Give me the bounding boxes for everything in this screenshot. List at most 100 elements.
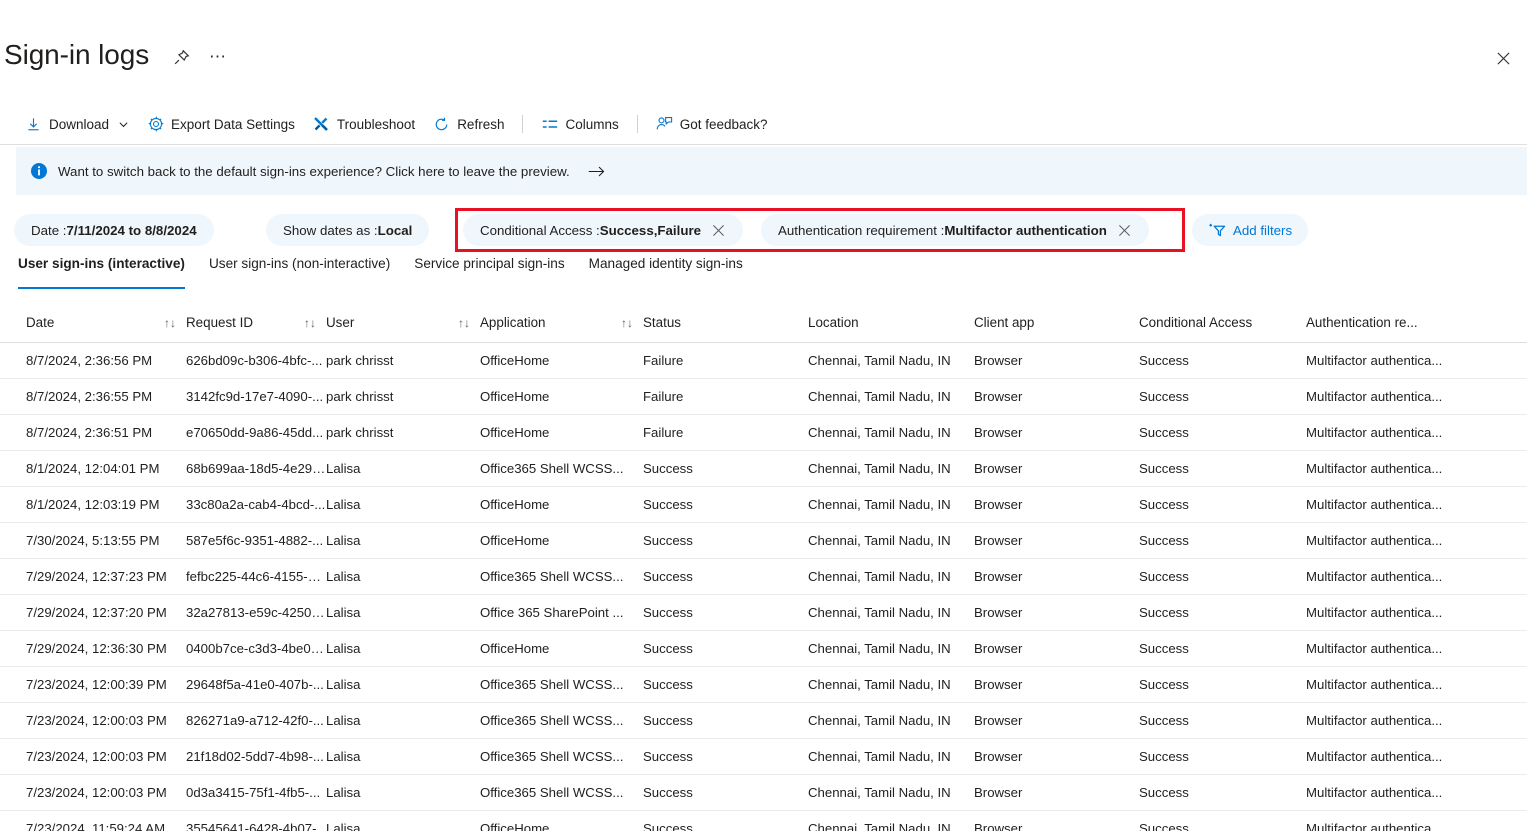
- table-row[interactable]: 7/29/2024, 12:37:23 PMfefbc225-44c6-4155…: [0, 558, 1527, 594]
- gear-icon: [147, 116, 164, 133]
- cell-user: park chrisst: [326, 414, 480, 450]
- arrow-right-icon[interactable]: [588, 165, 605, 178]
- column-header-application-label: Application: [480, 315, 546, 330]
- cell-status: Success: [643, 486, 808, 522]
- tab-service-principal-signins-label: Service principal sign-ins: [414, 256, 564, 271]
- filter-pill-date-value: 7/11/2024 to 8/8/2024: [66, 223, 196, 238]
- cell-location: Chennai, Tamil Nadu, IN: [808, 558, 974, 594]
- column-header-client-app[interactable]: Client app: [974, 304, 1139, 342]
- cell-request-id: 32a27813-e59c-4250-...: [186, 594, 326, 630]
- close-icon[interactable]: [1487, 42, 1519, 74]
- cell-client-app: Browser: [974, 738, 1139, 774]
- signin-logs-table-container[interactable]: Date ↑↓ Request ID ↑↓ User ↑↓: [0, 304, 1527, 831]
- cell-conditional-access: Success: [1139, 630, 1306, 666]
- sort-updown-icon[interactable]: ↑↓: [164, 316, 176, 330]
- table-row[interactable]: 8/7/2024, 2:36:51 PMe70650dd-9a86-45dd..…: [0, 414, 1527, 450]
- columns-label: Columns: [565, 117, 618, 132]
- columns-button[interactable]: Columns: [532, 108, 627, 140]
- remove-authentication-requirement-filter-icon[interactable]: [1117, 223, 1132, 238]
- cell-user: Lalisa: [326, 810, 480, 831]
- cell-application: OfficeHome: [480, 486, 643, 522]
- column-header-client-app-label: Client app: [974, 315, 1034, 330]
- cell-authentication-requirement: Multifactor authentica...: [1306, 774, 1527, 810]
- tab-service-principal-signins[interactable]: Service principal sign-ins: [402, 256, 576, 289]
- column-header-date-label: Date: [26, 315, 54, 330]
- remove-conditional-access-filter-icon[interactable]: [711, 223, 726, 238]
- got-feedback-button[interactable]: Got feedback?: [647, 108, 777, 140]
- table-row[interactable]: 7/23/2024, 12:00:03 PM21f18d02-5dd7-4b98…: [0, 738, 1527, 774]
- cell-client-app: Browser: [974, 378, 1139, 414]
- download-button[interactable]: Download: [16, 108, 138, 140]
- filter-pill-conditional-access-value: Success,Failure: [600, 223, 701, 238]
- table-header-row: Date ↑↓ Request ID ↑↓ User ↑↓: [0, 304, 1527, 342]
- tab-user-signins-interactive[interactable]: User sign-ins (interactive): [16, 256, 197, 289]
- feedback-icon: [656, 116, 673, 133]
- table-row[interactable]: 7/23/2024, 12:00:03 PM826271a9-a712-42f0…: [0, 702, 1527, 738]
- cell-application: OfficeHome: [480, 522, 643, 558]
- filter-pill-conditional-access[interactable]: Conditional Access : Success,Failure: [463, 214, 743, 246]
- preview-banner[interactable]: Want to switch back to the default sign-…: [16, 147, 1527, 195]
- cell-user: park chrisst: [326, 378, 480, 414]
- troubleshoot-button[interactable]: Troubleshoot: [304, 108, 424, 140]
- refresh-icon: [433, 116, 450, 133]
- column-header-date[interactable]: Date ↑↓: [0, 304, 186, 342]
- column-header-user-label: User: [326, 315, 354, 330]
- column-header-request-id[interactable]: Request ID ↑↓: [186, 304, 326, 342]
- filter-pill-authentication-requirement[interactable]: Authentication requirement : Multifactor…: [761, 214, 1149, 246]
- cell-user: park chrisst: [326, 342, 480, 378]
- cell-application: Office365 Shell WCSS...: [480, 666, 643, 702]
- cell-date: 7/23/2024, 12:00:39 PM: [0, 666, 186, 702]
- cell-status: Failure: [643, 342, 808, 378]
- cell-location: Chennai, Tamil Nadu, IN: [808, 486, 974, 522]
- add-filters-button[interactable]: Add filters: [1192, 214, 1308, 246]
- toolbar-divider-2: [637, 115, 638, 133]
- table-row[interactable]: 8/1/2024, 12:03:19 PM33c80a2a-cab4-4bcd-…: [0, 486, 1527, 522]
- pin-icon[interactable]: [168, 44, 194, 70]
- table-row[interactable]: 7/30/2024, 5:13:55 PM587e5f6c-9351-4882-…: [0, 522, 1527, 558]
- column-header-authentication-requirement[interactable]: Authentication re...: [1306, 304, 1527, 342]
- column-header-user[interactable]: User ↑↓: [326, 304, 480, 342]
- cell-request-id: 826271a9-a712-42f0-...: [186, 702, 326, 738]
- ellipsis-icon[interactable]: ⋯: [206, 44, 230, 70]
- column-header-location[interactable]: Location: [808, 304, 974, 342]
- table-row[interactable]: 7/29/2024, 12:37:20 PM32a27813-e59c-4250…: [0, 594, 1527, 630]
- cell-status: Success: [643, 450, 808, 486]
- table-row[interactable]: 8/7/2024, 2:36:56 PM626bd09c-b306-4bfc-.…: [0, 342, 1527, 378]
- refresh-button[interactable]: Refresh: [424, 108, 513, 140]
- cell-status: Success: [643, 738, 808, 774]
- cell-status: Failure: [643, 414, 808, 450]
- tab-user-signins-non-interactive[interactable]: User sign-ins (non-interactive): [197, 256, 402, 289]
- cell-location: Chennai, Tamil Nadu, IN: [808, 738, 974, 774]
- cell-user: Lalisa: [326, 630, 480, 666]
- sort-updown-icon[interactable]: ↑↓: [304, 316, 316, 330]
- cell-authentication-requirement: Multifactor authentica...: [1306, 378, 1527, 414]
- column-header-application[interactable]: Application ↑↓: [480, 304, 643, 342]
- command-bar: Download Export Data Settings: [0, 104, 1527, 144]
- cell-client-app: Browser: [974, 414, 1139, 450]
- column-header-authentication-requirement-label: Authentication re...: [1306, 315, 1418, 330]
- column-header-status[interactable]: Status: [643, 304, 808, 342]
- cell-conditional-access: Success: [1139, 378, 1306, 414]
- table-row[interactable]: 8/7/2024, 2:36:55 PM3142fc9d-17e7-4090-.…: [0, 378, 1527, 414]
- sort-updown-icon[interactable]: ↑↓: [621, 316, 633, 330]
- cell-status: Success: [643, 522, 808, 558]
- table-row[interactable]: 7/23/2024, 11:59:24 AM35545641-6428-4b07…: [0, 810, 1527, 831]
- cell-location: Chennai, Tamil Nadu, IN: [808, 774, 974, 810]
- column-header-conditional-access[interactable]: Conditional Access: [1139, 304, 1306, 342]
- cell-authentication-requirement: Multifactor authentica...: [1306, 342, 1527, 378]
- cell-conditional-access: Success: [1139, 594, 1306, 630]
- table-row[interactable]: 7/29/2024, 12:36:30 PM0400b7ce-c3d3-4be0…: [0, 630, 1527, 666]
- tab-managed-identity-signins[interactable]: Managed identity sign-ins: [577, 256, 755, 289]
- cell-application: OfficeHome: [480, 810, 643, 831]
- table-row[interactable]: 7/23/2024, 12:00:03 PM0d3a3415-75f1-4fb5…: [0, 774, 1527, 810]
- filter-pill-date[interactable]: Date : 7/11/2024 to 8/8/2024: [14, 214, 214, 246]
- sort-updown-icon[interactable]: ↑↓: [458, 316, 470, 330]
- table-row[interactable]: 7/23/2024, 12:00:39 PM29648f5a-41e0-407b…: [0, 666, 1527, 702]
- table-row[interactable]: 8/1/2024, 12:04:01 PM68b699aa-18d5-4e29-…: [0, 450, 1527, 486]
- chevron-down-icon: [118, 119, 129, 130]
- cell-conditional-access: Success: [1139, 450, 1306, 486]
- cell-client-app: Browser: [974, 810, 1139, 831]
- filter-pill-show-dates-as[interactable]: Show dates as : Local: [266, 214, 429, 246]
- troubleshoot-label: Troubleshoot: [337, 117, 415, 132]
- export-data-settings-button[interactable]: Export Data Settings: [138, 108, 304, 140]
